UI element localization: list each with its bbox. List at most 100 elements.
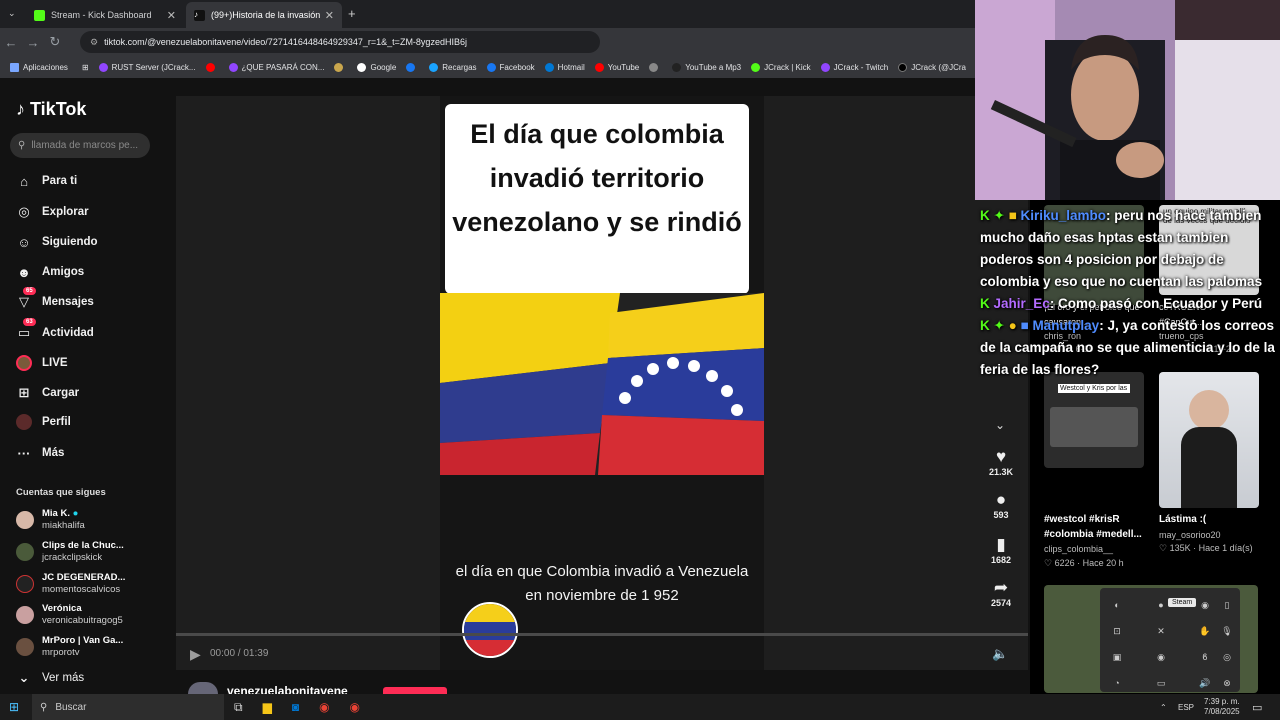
edge-icon[interactable]: ◔ <box>1106 670 1128 696</box>
flags-image <box>440 293 764 475</box>
windows-start-icon[interactable]: ⊞ <box>9 700 19 714</box>
play-icon[interactable]: ▶ <box>190 646 201 663</box>
follow-button[interactable] <box>383 687 447 694</box>
volume-icon[interactable]: 🔈 <box>992 646 1008 662</box>
forward-icon[interactable]: → <box>22 35 44 50</box>
recommended-stats: ♡ 6226 · Hace 20 h <box>1044 558 1124 568</box>
tiktok-logo[interactable]: ♪ TikTok <box>16 99 86 120</box>
save-button[interactable]: ▮ 1682 <box>986 535 1016 565</box>
recommended-title[interactable]: #westcol #krisR #colombia #medell... <box>1044 512 1156 544</box>
xbox-icon[interactable]: ⊗ <box>1216 670 1238 696</box>
usb-icon[interactable]: ▯ <box>1216 592 1238 618</box>
steam-icon[interactable]: ◉ <box>1194 592 1216 618</box>
file-explorer-icon[interactable]: ▆ <box>263 700 272 714</box>
like-button[interactable]: ♥ 21.3K <box>986 447 1016 477</box>
discord-icon[interactable]: ◐ <box>1106 592 1128 618</box>
see-more-label: Ver más <box>42 672 85 684</box>
bookmark-jcrack-kick[interactable]: JCrack | Kick <box>751 62 811 72</box>
network-icon[interactable]: ◎ <box>1216 644 1238 670</box>
record-icon[interactable]: ◉ <box>1150 644 1172 670</box>
tab-search-icon[interactable]: ⌄ <box>8 8 16 19</box>
outlook-icon[interactable]: ◙ <box>292 700 299 714</box>
avatar <box>16 606 34 624</box>
live-icon <box>16 355 32 371</box>
bookmark-google[interactable]: Google <box>357 62 396 72</box>
author-avatar[interactable] <box>188 682 218 694</box>
tray-chevron-icon[interactable]: ⌃ <box>1160 694 1167 720</box>
nav-perfil[interactable]: Perfil <box>16 411 71 433</box>
following-account[interactable]: Clips de la Chuc... jcrackclipskick <box>16 537 124 567</box>
tab-tiktok-video[interactable]: ♪ (99+)Historia de la invasión de ✕ <box>186 2 342 28</box>
recommended-thumb[interactable] <box>1159 372 1259 508</box>
recommended-title[interactable]: Lástima :( <box>1159 512 1259 527</box>
recommended-thumb[interactable]: Westcol y Kris por las <box>1044 372 1144 468</box>
obs-taskbar-icon[interactable]: ◉ <box>350 700 360 714</box>
obs-icon[interactable]: ⊡ <box>1106 618 1128 644</box>
display-icon[interactable]: ▭ <box>1150 670 1172 696</box>
bookmark-grid-icon[interactable]: ⊞ <box>82 63 89 72</box>
comment-button[interactable]: ● 593 <box>986 490 1016 520</box>
clock[interactable]: 7:39 p. m. 7/08/2025 <box>1204 694 1240 720</box>
bookmark-apps[interactable]: Aplicaciones <box>10 62 68 72</box>
language-indicator[interactable]: ESP <box>1178 694 1194 720</box>
nav-live[interactable]: LIVE <box>16 352 68 374</box>
monitor-icon[interactable]: ▣ <box>1106 644 1128 670</box>
bookmark-facebook-icon[interactable] <box>406 62 419 72</box>
search-input[interactable]: ⚲ llamada de marcos pe... <box>10 133 150 158</box>
tab-kick-dashboard[interactable]: Stream - Kick Dashboard ✕ <box>26 2 184 28</box>
following-account[interactable]: MrPoro | Van Ga... mrporotv <box>16 632 123 662</box>
author-name[interactable]: venezuelabonitavene <box>227 684 348 694</box>
recommended-author[interactable]: may_osorioo20 <box>1159 529 1221 542</box>
bookmark-globe-icon[interactable] <box>649 62 662 72</box>
back-icon[interactable]: ← <box>0 35 22 50</box>
following-account[interactable]: Verónica veronicabuitragog5 <box>16 600 123 630</box>
bookmark-recargas[interactable]: Recargas <box>429 62 477 72</box>
bookmark-youtube[interactable]: YouTube <box>594 62 639 72</box>
nav-mas[interactable]: ··· Más <box>16 442 65 464</box>
site-info-icon[interactable]: ⚙ <box>90 37 98 48</box>
new-tab-icon[interactable]: + <box>348 6 356 21</box>
nav-explorar[interactable]: ◎ Explorar <box>16 201 88 223</box>
bookmark-facebook[interactable]: Facebook <box>486 62 535 72</box>
bookmark-youtube-mp3[interactable]: YouTube a Mp3 <box>672 62 741 72</box>
bookmark-que-pasara[interactable]: ¿QUE PASARÁ CON... <box>228 62 324 72</box>
following-account[interactable]: Mia K. ● miakhalifa <box>16 505 85 535</box>
bookmark-jcrack-x[interactable]: JCrack (@JCra <box>898 62 966 72</box>
x-icon[interactable]: ✕ <box>1150 618 1172 644</box>
recommended-author[interactable]: clips_colombia__ <box>1044 543 1113 556</box>
see-more-button[interactable]: ⌄ Ver más <box>16 667 85 689</box>
bookmark-hotmail[interactable]: Hotmail <box>544 62 585 72</box>
close-icon[interactable]: ✕ <box>167 9 176 22</box>
speaker-icon[interactable]: 🔊 <box>1194 670 1216 696</box>
nav-siguiendo[interactable]: ☺ Siguiendo <box>16 231 97 253</box>
person-image <box>1189 390 1229 430</box>
address-toolbar: ← → ↻ ⚙ tiktok.com/@venezuelabonitavene/… <box>0 28 975 56</box>
address-bar[interactable]: ⚙ tiktok.com/@venezuelabonitavene/video/… <box>80 31 600 53</box>
nav-mensajes[interactable]: ▽ 65 Mensajes <box>16 287 94 313</box>
bluetooth-icon[interactable]: ϐ <box>1194 644 1216 670</box>
close-icon[interactable]: ✕ <box>325 9 334 22</box>
verified-icon: ● <box>72 508 79 519</box>
notification-icon[interactable]: ▭ <box>1252 694 1262 720</box>
bookmark-youtube-icon[interactable] <box>205 62 219 72</box>
home-icon: ⌂ <box>20 173 28 189</box>
bookmark-rust[interactable]: RUST Server (JCrack... <box>98 62 196 72</box>
nav-amigos[interactable]: ☻ Amigos <box>16 261 84 283</box>
nav-label: Más <box>42 447 65 459</box>
recommended-likes: 135K <box>1169 543 1191 553</box>
nav-para-ti[interactable]: ⌂ Para ti <box>16 170 77 192</box>
bookmark-jcrack-twitch[interactable]: JCrack - Twitch <box>820 62 888 72</box>
nav-actividad[interactable]: ▭ 63 Actividad <box>16 318 94 344</box>
steam-tray-icon[interactable]: ✋ <box>1194 618 1216 644</box>
mic-icon[interactable]: 🎙 <box>1216 618 1238 644</box>
chevron-down-icon[interactable]: ⌄ <box>995 418 1005 432</box>
taskbar-search[interactable]: ⚲ Buscar <box>32 694 224 720</box>
video-progress-bar[interactable] <box>176 633 1028 636</box>
nav-cargar[interactable]: ⊞ Cargar <box>16 382 80 404</box>
chrome-icon[interactable]: ◉ <box>319 700 329 714</box>
reload-icon[interactable]: ↻ <box>44 34 66 50</box>
following-account[interactable]: JC DEGENERAD... momentoscalvicos <box>16 569 125 599</box>
task-view-icon[interactable]: ⧉ <box>234 700 243 715</box>
share-button[interactable]: ➦ 2574 <box>986 578 1016 608</box>
bookmark-star-icon[interactable] <box>334 62 347 72</box>
